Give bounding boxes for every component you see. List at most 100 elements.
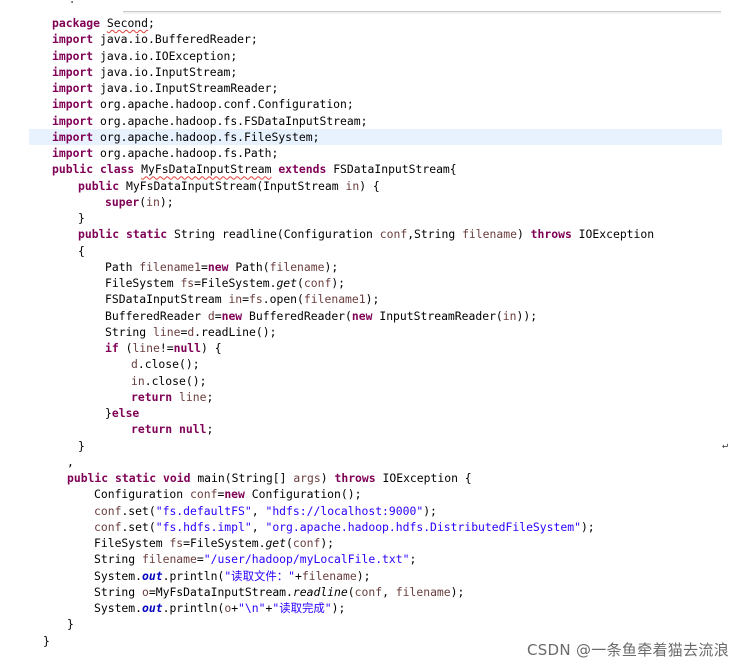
code-line[interactable]: import java.io.InputStreamReader; bbox=[0, 80, 743, 96]
code-token: MyFsDataInputStream(InputStream bbox=[126, 178, 346, 193]
code-line-text: import java.io.IOException; bbox=[0, 48, 237, 64]
code-token: import bbox=[52, 113, 101, 128]
code-token: else bbox=[111, 406, 140, 420]
code-line[interactable]: import java.io.InputStream; bbox=[0, 64, 743, 80]
code-token: .set( bbox=[121, 519, 156, 534]
code-line[interactable]: { bbox=[0, 243, 743, 259]
code-token: ) bbox=[516, 227, 531, 242]
code-token: in bbox=[345, 178, 360, 193]
code-line[interactable]: import java.io.BufferedReader; bbox=[0, 31, 743, 47]
code-line-text: String o=MyFsDataInputStream.readline(co… bbox=[0, 584, 464, 600]
code-token: line bbox=[179, 389, 207, 404]
code-line[interactable]: conf.set("fs.hdfs.impl", "org.apache.had… bbox=[0, 519, 743, 535]
code-token: readline bbox=[292, 584, 348, 599]
code-token: null bbox=[173, 341, 202, 355]
code-token: extends bbox=[278, 162, 334, 177]
code-token: filename bbox=[395, 584, 451, 599]
code-line[interactable]: conf.set("fs.defaultFS", "hdfs://localho… bbox=[0, 503, 743, 519]
code-token: line bbox=[132, 341, 160, 355]
code-token: throws bbox=[334, 471, 383, 485]
code-line[interactable]: package Second; bbox=[0, 15, 743, 31]
code-line[interactable]: BufferedReader d=new BufferedReader(new … bbox=[0, 308, 743, 324]
code-editor[interactable]: - . · package Second; import java.io.Buf… bbox=[0, 0, 743, 670]
code-line[interactable]: return null; bbox=[0, 421, 743, 437]
code-token: Path bbox=[105, 259, 140, 274]
code-line[interactable]: import org.apache.hadoop.fs.FSDataInputS… bbox=[0, 113, 743, 129]
code-area[interactable]: package Second; import java.io.BufferedR… bbox=[0, 15, 743, 649]
code-token: throws bbox=[530, 227, 579, 242]
code-line-text: public static String readline(Configurat… bbox=[0, 226, 654, 242]
code-line-current[interactable]: import org.apache.hadoop.fs.FileSystem; bbox=[29, 128, 722, 145]
code-line[interactable]: public MyFsDataInputStream(InputStream i… bbox=[0, 178, 743, 194]
code-line[interactable]: d.close(); bbox=[0, 356, 743, 372]
code-token: conf bbox=[94, 519, 122, 534]
code-token: IOException bbox=[578, 227, 655, 242]
code-line-text: } bbox=[0, 616, 74, 632]
code-line[interactable]: public class MyFsDataInputStream extends… bbox=[0, 161, 743, 177]
code-token: } bbox=[67, 617, 74, 632]
code-token: fs bbox=[180, 276, 195, 290]
code-token: line bbox=[153, 324, 181, 339]
code-token: = bbox=[214, 308, 222, 323]
code-line[interactable]: } bbox=[0, 210, 743, 226]
code-token: } bbox=[43, 633, 50, 648]
code-token: super bbox=[105, 194, 140, 209]
code-token: Configuration bbox=[94, 487, 191, 502]
horizontal-scrollbar[interactable] bbox=[123, 11, 721, 14]
code-token: d bbox=[131, 357, 138, 372]
code-line[interactable]: System.out.println("读取文件："+filename); bbox=[0, 568, 743, 584]
code-token: ,String bbox=[407, 227, 463, 242]
code-line[interactable]: public static void main(String[] args) t… bbox=[0, 470, 743, 486]
code-line[interactable]: super(in); bbox=[0, 194, 743, 210]
code-line[interactable]: Configuration conf=new Configuration(); bbox=[0, 486, 743, 502]
code-token: filename bbox=[142, 552, 197, 567]
code-line-text: System.out.println("读取文件："+filename); bbox=[0, 568, 370, 584]
code-line[interactable]: } ↵ bbox=[0, 438, 743, 454]
code-line[interactable]: import java.io.IOException; bbox=[0, 48, 743, 64]
code-token: fs bbox=[169, 536, 184, 550]
code-token: =MyFsDataInputStream. bbox=[148, 584, 293, 599]
code-token: conf bbox=[379, 227, 408, 242]
code-line[interactable]: , bbox=[0, 454, 743, 470]
code-token: , bbox=[67, 454, 74, 469]
code-line[interactable]: String o=MyFsDataInputStream.readline(co… bbox=[0, 584, 743, 600]
code-line[interactable]: return line; bbox=[0, 389, 743, 405]
code-line[interactable]: FSDataInputStream in=fs.open(filename1); bbox=[0, 291, 743, 307]
code-token: org.apache.hadoop.conf.Configuration; bbox=[100, 97, 354, 112]
code-token: ); bbox=[159, 194, 174, 209]
code-token: FileSystem bbox=[94, 536, 170, 550]
code-line[interactable]: if (line!=null) { bbox=[0, 340, 743, 356]
code-token: , bbox=[382, 584, 396, 599]
code-line[interactable]: Path filename1=new Path(filename); bbox=[0, 259, 743, 275]
code-line[interactable]: } bbox=[0, 616, 743, 632]
code-line[interactable]: in.close(); bbox=[0, 373, 743, 389]
code-line[interactable]: FileSystem fs=FileSystem.get(conf); bbox=[0, 275, 743, 291]
code-line[interactable]: }else bbox=[0, 405, 743, 421]
code-line-text: conf.set("fs.hdfs.impl", "org.apache.had… bbox=[0, 519, 595, 535]
code-token: String bbox=[105, 324, 154, 339]
code-token: conf bbox=[354, 584, 383, 599]
code-line[interactable]: String line=d.readLine(); bbox=[0, 324, 743, 340]
code-token: ) { bbox=[201, 341, 222, 355]
code-token: System. bbox=[94, 601, 143, 615]
code-token: java.io.InputStreamReader; bbox=[100, 81, 279, 95]
code-token: ); bbox=[331, 276, 346, 290]
code-line[interactable]: public static String readline(Configurat… bbox=[0, 226, 743, 242]
code-token: import bbox=[52, 32, 101, 47]
code-token: return bbox=[131, 389, 180, 404]
code-token: import bbox=[52, 81, 101, 95]
code-line[interactable]: import org.apache.hadoop.conf.Configurat… bbox=[0, 96, 743, 112]
code-token: ); bbox=[356, 568, 371, 583]
code-token: org.apache.hadoop.fs.FSDataInputStream; bbox=[100, 113, 368, 128]
code-line[interactable]: String filename="/user/hadoop/myLocalFil… bbox=[0, 551, 743, 567]
code-token: org.apache.hadoop.fs.FileSystem; bbox=[100, 129, 320, 144]
code-line-text: Configuration conf=new Configuration(); bbox=[0, 486, 361, 502]
code-line-text: , bbox=[0, 454, 74, 470]
code-line[interactable]: System.out.println(o+"\n"+"读取完成"); bbox=[0, 600, 743, 616]
code-token: fs bbox=[249, 292, 263, 307]
code-line-text: System.out.println(o+"\n"+"读取完成"); bbox=[0, 600, 345, 616]
code-token: conf bbox=[292, 536, 321, 550]
code-line[interactable]: import org.apache.hadoop.fs.Path; bbox=[0, 145, 743, 161]
code-line[interactable]: FileSystem fs=FileSystem.get(conf); bbox=[0, 535, 743, 551]
code-token: ( bbox=[286, 536, 293, 550]
